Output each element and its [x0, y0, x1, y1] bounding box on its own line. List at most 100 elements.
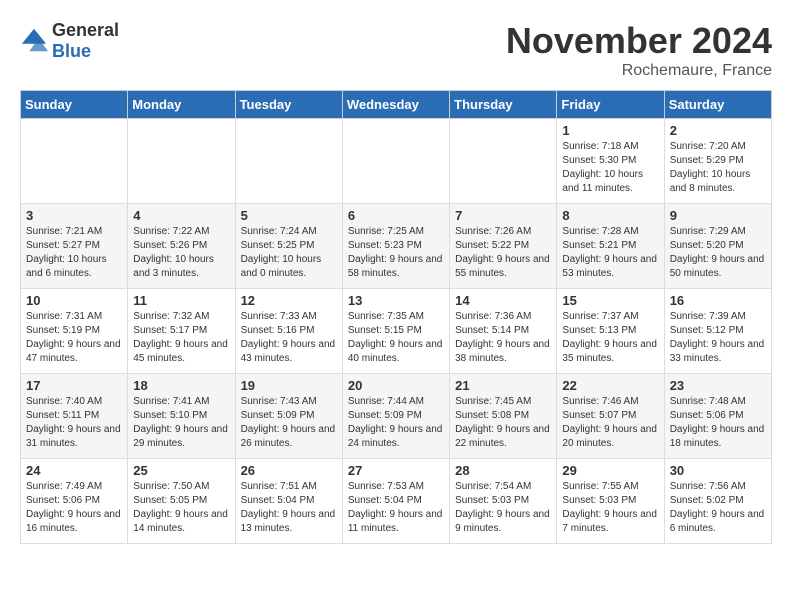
- header-day-thursday: Thursday: [450, 91, 557, 119]
- day-number: 28: [455, 463, 551, 478]
- day-info: Sunrise: 7:54 AM Sunset: 5:03 PM Dayligh…: [455, 480, 551, 536]
- header-day-saturday: Saturday: [664, 91, 771, 119]
- day-number: 21: [455, 378, 551, 393]
- calendar-cell: 21 Sunrise: 7:45 AM Sunset: 5:08 PM Dayli…: [450, 374, 557, 459]
- calendar-cell: 22Sunrise: 7:46 AM Sunset: 5:07 PM Dayli…: [557, 374, 664, 459]
- day-info: Sunrise: 7:40 AM Sunset: 5:11 PM Dayligh…: [26, 395, 122, 451]
- calendar-cell: 25 Sunrise: 7:50 AM Sunset: 5:05 PM Dayli…: [128, 459, 235, 544]
- calendar-cell: [128, 119, 235, 204]
- day-number: 3: [26, 208, 122, 223]
- day-number: 30: [670, 463, 766, 478]
- day-info: Sunrise: 7:36 AM Sunset: 5:14 PM Dayligh…: [455, 310, 551, 366]
- day-number: 13: [348, 293, 444, 308]
- day-number: 9: [670, 208, 766, 223]
- day-info: Sunrise: 7:49 AM Sunset: 5:06 PM Dayligh…: [26, 480, 122, 536]
- calendar-cell: 26 Sunrise: 7:51 AM Sunset: 5:04 PM Dayli…: [235, 459, 342, 544]
- day-number: 18: [133, 378, 229, 393]
- day-number: 6: [348, 208, 444, 223]
- calendar-cell: 10Sunrise: 7:31 AM Sunset: 5:19 PM Dayli…: [21, 289, 128, 374]
- day-info: Sunrise: 7:20 AM Sunset: 5:29 PM Dayligh…: [670, 140, 766, 196]
- day-info: Sunrise: 7:33 AM Sunset: 5:16 PM Dayligh…: [241, 310, 337, 366]
- day-info: Sunrise: 7:46 AM Sunset: 5:07 PM Dayligh…: [562, 395, 658, 451]
- day-info: Sunrise: 7:41 AM Sunset: 5:10 PM Dayligh…: [133, 395, 229, 451]
- day-info: Sunrise: 7:44 AM Sunset: 5:09 PM Dayligh…: [348, 395, 444, 451]
- day-number: 24: [26, 463, 122, 478]
- day-number: 17: [26, 378, 122, 393]
- header-day-tuesday: Tuesday: [235, 91, 342, 119]
- calendar-cell: 18 Sunrise: 7:41 AM Sunset: 5:10 PM Dayli…: [128, 374, 235, 459]
- calendar-cell: 4 Sunrise: 7:22 AM Sunset: 5:26 PM Daylig…: [128, 204, 235, 289]
- day-info: Sunrise: 7:22 AM Sunset: 5:26 PM Dayligh…: [133, 225, 229, 281]
- day-info: Sunrise: 7:53 AM Sunset: 5:04 PM Dayligh…: [348, 480, 444, 536]
- calendar-cell: 5Sunrise: 7:24 AM Sunset: 5:25 PM Daylig…: [235, 204, 342, 289]
- calendar-cell: 11 Sunrise: 7:32 AM Sunset: 5:17 PM Dayli…: [128, 289, 235, 374]
- week-row-0: 1 Sunrise: 7:18 AM Sunset: 5:30 PM Daylig…: [21, 119, 772, 204]
- day-info: Sunrise: 7:26 AM Sunset: 5:22 PM Dayligh…: [455, 225, 551, 281]
- calendar-cell: 15Sunrise: 7:37 AM Sunset: 5:13 PM Dayli…: [557, 289, 664, 374]
- calendar-subtitle: Rochemaure, France: [506, 62, 772, 80]
- day-number: 25: [133, 463, 229, 478]
- day-info: Sunrise: 7:31 AM Sunset: 5:19 PM Dayligh…: [26, 310, 122, 366]
- day-number: 29: [562, 463, 658, 478]
- calendar-table: SundayMondayTuesdayWednesdayThursdayFrid…: [20, 90, 772, 544]
- header-day-friday: Friday: [557, 91, 664, 119]
- calendar-cell: [342, 119, 449, 204]
- logo: General Blue: [20, 20, 119, 62]
- calendar-cell: 24 Sunrise: 7:49 AM Sunset: 5:06 PM Dayli…: [21, 459, 128, 544]
- day-info: Sunrise: 7:28 AM Sunset: 5:21 PM Dayligh…: [562, 225, 658, 281]
- calendar-body: 1 Sunrise: 7:18 AM Sunset: 5:30 PM Daylig…: [21, 119, 772, 544]
- day-number: 4: [133, 208, 229, 223]
- day-number: 1: [562, 123, 658, 138]
- day-number: 20: [348, 378, 444, 393]
- day-info: Sunrise: 7:51 AM Sunset: 5:04 PM Dayligh…: [241, 480, 337, 536]
- day-number: 7: [455, 208, 551, 223]
- day-info: Sunrise: 7:29 AM Sunset: 5:20 PM Dayligh…: [670, 225, 766, 281]
- day-number: 19: [241, 378, 337, 393]
- day-info: Sunrise: 7:39 AM Sunset: 5:12 PM Dayligh…: [670, 310, 766, 366]
- day-number: 14: [455, 293, 551, 308]
- week-row-4: 24 Sunrise: 7:49 AM Sunset: 5:06 PM Dayli…: [21, 459, 772, 544]
- day-info: Sunrise: 7:21 AM Sunset: 5:27 PM Dayligh…: [26, 225, 122, 281]
- day-number: 8: [562, 208, 658, 223]
- calendar-cell: 30 Sunrise: 7:56 AM Sunset: 5:02 PM Dayli…: [664, 459, 771, 544]
- day-number: 16: [670, 293, 766, 308]
- day-info: Sunrise: 7:56 AM Sunset: 5:02 PM Dayligh…: [670, 480, 766, 536]
- calendar-cell: [21, 119, 128, 204]
- calendar-cell: 14 Sunrise: 7:36 AM Sunset: 5:14 PM Dayli…: [450, 289, 557, 374]
- day-number: 23: [670, 378, 766, 393]
- logo-blue-text: Blue: [52, 41, 91, 61]
- day-info: Sunrise: 7:18 AM Sunset: 5:30 PM Dayligh…: [562, 140, 658, 196]
- day-info: Sunrise: 7:43 AM Sunset: 5:09 PM Dayligh…: [241, 395, 337, 451]
- day-info: Sunrise: 7:48 AM Sunset: 5:06 PM Dayligh…: [670, 395, 766, 451]
- day-info: Sunrise: 7:32 AM Sunset: 5:17 PM Dayligh…: [133, 310, 229, 366]
- day-number: 26: [241, 463, 337, 478]
- calendar-header: SundayMondayTuesdayWednesdayThursdayFrid…: [21, 91, 772, 119]
- calendar-cell: 6 Sunrise: 7:25 AM Sunset: 5:23 PM Daylig…: [342, 204, 449, 289]
- day-number: 12: [241, 293, 337, 308]
- header-row: SundayMondayTuesdayWednesdayThursdayFrid…: [21, 91, 772, 119]
- week-row-3: 17 Sunrise: 7:40 AM Sunset: 5:11 PM Dayli…: [21, 374, 772, 459]
- calendar-cell: 1 Sunrise: 7:18 AM Sunset: 5:30 PM Daylig…: [557, 119, 664, 204]
- calendar-cell: 28 Sunrise: 7:54 AM Sunset: 5:03 PM Dayli…: [450, 459, 557, 544]
- calendar-cell: 2 Sunrise: 7:20 AM Sunset: 5:29 PM Daylig…: [664, 119, 771, 204]
- day-number: 5: [241, 208, 337, 223]
- calendar-cell: 27Sunrise: 7:53 AM Sunset: 5:04 PM Dayli…: [342, 459, 449, 544]
- calendar-cell: 17 Sunrise: 7:40 AM Sunset: 5:11 PM Dayli…: [21, 374, 128, 459]
- logo-general-text: General: [52, 20, 119, 40]
- calendar-cell: 12 Sunrise: 7:33 AM Sunset: 5:16 PM Dayli…: [235, 289, 342, 374]
- day-info: Sunrise: 7:45 AM Sunset: 5:08 PM Dayligh…: [455, 395, 551, 451]
- day-number: 2: [670, 123, 766, 138]
- week-row-1: 3 Sunrise: 7:21 AM Sunset: 5:27 PM Daylig…: [21, 204, 772, 289]
- header: General Blue November 2024 Rochemaure, F…: [20, 20, 772, 80]
- calendar-cell: 9 Sunrise: 7:29 AM Sunset: 5:20 PM Daylig…: [664, 204, 771, 289]
- day-info: Sunrise: 7:50 AM Sunset: 5:05 PM Dayligh…: [133, 480, 229, 536]
- calendar-cell: 23 Sunrise: 7:48 AM Sunset: 5:06 PM Dayli…: [664, 374, 771, 459]
- calendar-cell: 16 Sunrise: 7:39 AM Sunset: 5:12 PM Dayli…: [664, 289, 771, 374]
- calendar-cell: 19 Sunrise: 7:43 AM Sunset: 5:09 PM Dayli…: [235, 374, 342, 459]
- header-day-sunday: Sunday: [21, 91, 128, 119]
- day-number: 11: [133, 293, 229, 308]
- calendar-cell: [235, 119, 342, 204]
- logo-icon: [20, 27, 48, 55]
- day-info: Sunrise: 7:25 AM Sunset: 5:23 PM Dayligh…: [348, 225, 444, 281]
- day-number: 15: [562, 293, 658, 308]
